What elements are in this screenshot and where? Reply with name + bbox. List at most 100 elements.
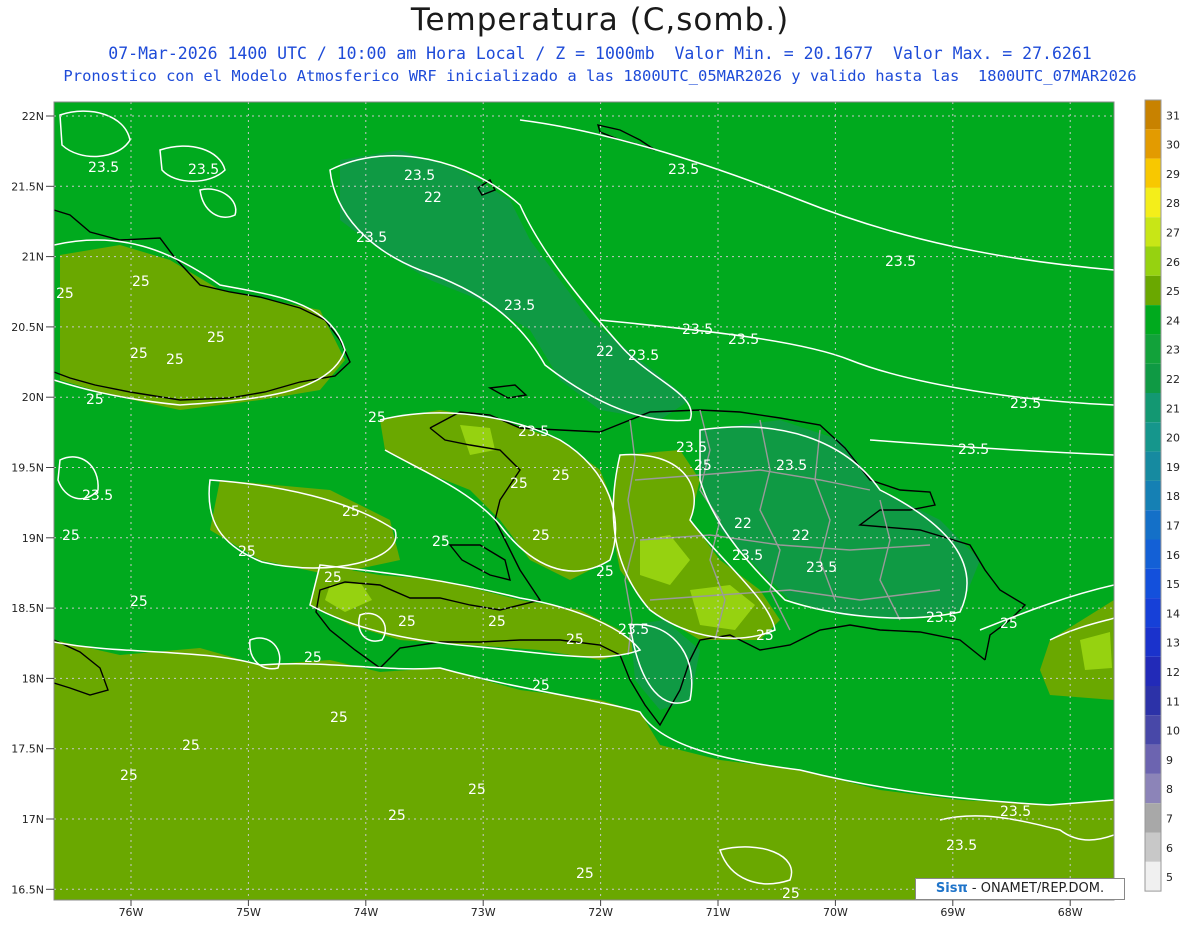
- legend-swatch: [1145, 656, 1161, 686]
- sispi-logo: Sisπ: [935, 881, 968, 896]
- contour-label: 25: [694, 458, 712, 474]
- contour-label: 23.5: [946, 838, 977, 854]
- contour-label: 25: [56, 286, 74, 302]
- contour-label: 23.5: [188, 162, 219, 178]
- legend-swatch: [1145, 686, 1161, 716]
- longitude-axis: 76W 75W 74W 73W 72W 71W 70W 69W 68W: [119, 900, 1083, 919]
- contour-label: 25: [596, 564, 614, 580]
- legend-label: 15: [1166, 578, 1180, 591]
- color-legend: 31 30 29 28 27 26 25 24 23 22 21 20 19 18 17 16 15 14 13 12…: [1144, 99, 1180, 892]
- contour-label: 25: [86, 392, 104, 408]
- contour-label: 23.5: [82, 488, 113, 504]
- lat-label: 19.5N: [11, 462, 44, 475]
- legend-label: 6: [1166, 842, 1173, 855]
- contour-label: 23.5: [682, 322, 713, 338]
- legend-label: 21: [1166, 402, 1180, 415]
- contour-label: 23.5: [728, 332, 759, 348]
- contour-label: 25: [432, 534, 450, 550]
- contour-label: 23.5: [776, 458, 807, 474]
- contour-label: 22: [734, 516, 752, 532]
- contour-label: 23.5: [356, 230, 387, 246]
- legend-swatch: [1145, 480, 1161, 511]
- legend-label: 30: [1166, 139, 1180, 152]
- contour-label: 25: [510, 476, 528, 492]
- legend-swatch: [1145, 422, 1161, 452]
- contour-label: 23.5: [676, 440, 707, 456]
- legend-label: 8: [1166, 783, 1173, 796]
- lon-label: 71W: [706, 906, 731, 919]
- contour-label: 25: [330, 710, 348, 726]
- lon-label: 75W: [236, 906, 261, 919]
- contour-label: 25: [324, 570, 342, 586]
- legend-swatch: [1145, 451, 1161, 481]
- lon-label: 73W: [471, 906, 496, 919]
- lat-label: 17N: [22, 813, 44, 826]
- legend-swatch: [1145, 627, 1161, 657]
- contour-label: 25: [566, 632, 584, 648]
- contour-label: 25: [62, 528, 80, 544]
- contour-label: 25: [166, 352, 184, 368]
- contour-label: 22: [792, 528, 810, 544]
- legend-swatch: [1145, 773, 1161, 804]
- contour-label: 25: [304, 650, 322, 666]
- legend-label: 22: [1166, 373, 1180, 386]
- legend-label: 26: [1166, 256, 1180, 269]
- contour-label: 22: [424, 190, 442, 206]
- legend-label: 28: [1166, 197, 1180, 210]
- legend-swatch: [1145, 334, 1161, 364]
- contour-label: 25: [207, 330, 225, 346]
- lat-label: 17.5N: [11, 743, 44, 756]
- legend-swatch: [1145, 158, 1161, 188]
- legend-label: 20: [1166, 432, 1180, 445]
- legend-label: 5: [1166, 871, 1173, 884]
- lat-label: 19N: [22, 532, 44, 545]
- contour-label: 25: [120, 768, 138, 784]
- lat-label: 18N: [22, 672, 44, 685]
- legend-label: 18: [1166, 490, 1180, 503]
- legend-swatch: [1145, 568, 1161, 599]
- legend-swatch: [1145, 246, 1161, 276]
- contour-label: 25: [532, 678, 550, 694]
- legend-label: 24: [1166, 314, 1180, 327]
- contour-label: 23.5: [504, 298, 535, 314]
- legend-label: 31: [1166, 109, 1180, 122]
- lat-label: 16.5N: [11, 883, 44, 896]
- contour-label: 23.5: [958, 442, 989, 458]
- lat-label: 20N: [22, 391, 44, 404]
- contour-label: 25: [132, 274, 150, 290]
- temperature-field: [54, 102, 1114, 900]
- contour-label: 23.5: [628, 348, 659, 364]
- contour-label: 25: [368, 410, 386, 426]
- lon-label: 68W: [1058, 906, 1083, 919]
- contour-label: 23.5: [618, 622, 649, 638]
- contour-label: 23.5: [806, 560, 837, 576]
- contour-label: 23.5: [88, 160, 119, 176]
- legend-swatch: [1145, 100, 1161, 130]
- contour-label: 25: [182, 738, 200, 754]
- lon-label: 72W: [588, 906, 613, 919]
- legend-swatch: [1145, 832, 1161, 862]
- lon-label: 69W: [940, 906, 965, 919]
- contour-label: 23.5: [1000, 804, 1031, 820]
- credit-text: - ONAMET/REP.DOM.: [967, 881, 1105, 896]
- contour-label: 25: [552, 468, 570, 484]
- contour-label: 23.5: [1010, 396, 1041, 412]
- contour-label: 23.5: [732, 548, 763, 564]
- legend-swatch: [1145, 598, 1161, 628]
- lat-label: 20.5N: [11, 321, 44, 334]
- contour-label: 25: [388, 808, 406, 824]
- lat-label: 21N: [22, 251, 44, 264]
- latitude-axis: 22N 21.5N 21N 20.5N 20N 19.5N 19N 18.5N 18N 17.5N…: [11, 110, 54, 896]
- lat-label: 22N: [22, 110, 44, 123]
- legend-swatch: [1145, 803, 1161, 833]
- contour-label: 25: [238, 544, 256, 560]
- contour-label: 23.5: [668, 162, 699, 178]
- legend-label: 23: [1166, 344, 1180, 357]
- lat-label: 21.5N: [11, 180, 44, 193]
- contour-label: 23.5: [926, 610, 957, 626]
- legend-swatch: [1145, 129, 1161, 159]
- contour-label: 25: [468, 782, 486, 798]
- legend-label: 19: [1166, 461, 1180, 474]
- legend-swatch: [1145, 305, 1161, 335]
- legend-label: 10: [1166, 725, 1180, 738]
